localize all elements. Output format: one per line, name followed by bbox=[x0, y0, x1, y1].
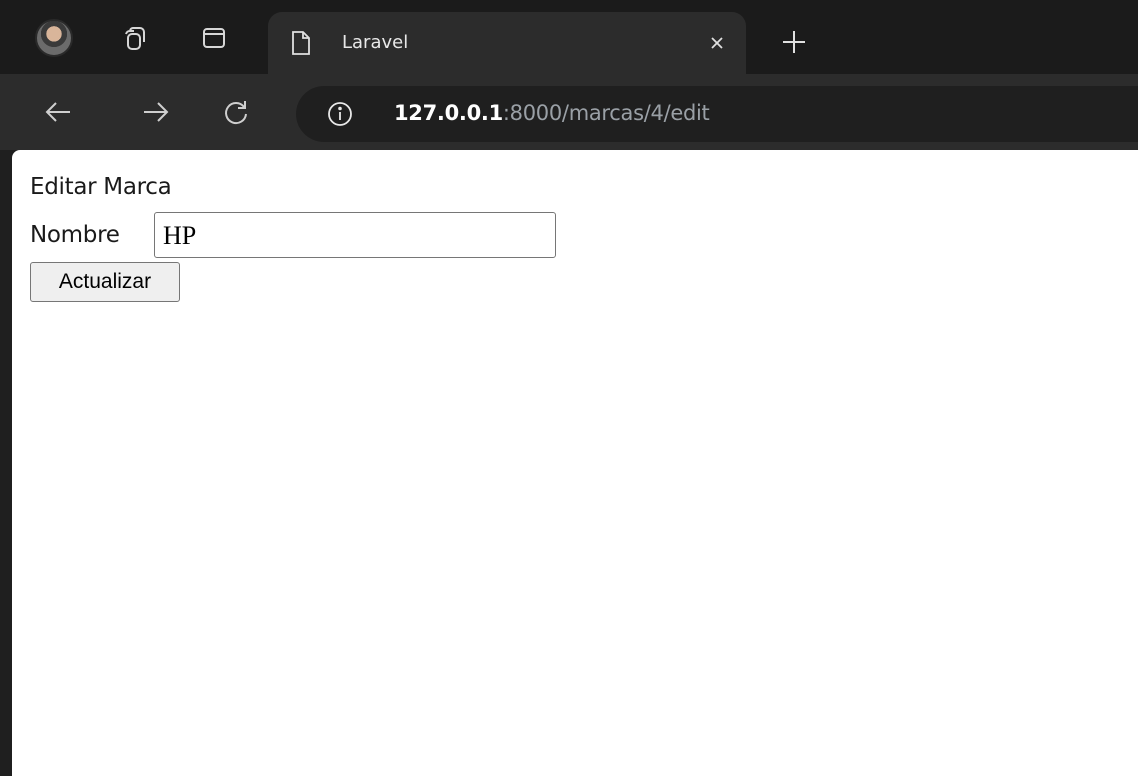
arrow-left-icon bbox=[45, 102, 70, 122]
vertical-tabs-button[interactable] bbox=[190, 14, 238, 62]
page-icon bbox=[288, 26, 314, 60]
new-tab-button[interactable] bbox=[774, 22, 814, 62]
nombre-label: Nombre bbox=[30, 222, 120, 248]
reload-button[interactable] bbox=[212, 88, 260, 136]
workspaces-button[interactable] bbox=[110, 14, 158, 62]
url-host: 127.0.0.1 bbox=[394, 101, 503, 125]
page-content: Editar Marca Nombre Actualizar bbox=[12, 150, 1138, 776]
active-tab[interactable]: Laravel bbox=[268, 12, 746, 74]
browser-window: Laravel 127.0.0.1:8000/marcas/4/edit Edi… bbox=[0, 0, 1138, 776]
close-tab-button[interactable] bbox=[700, 26, 734, 60]
url-text[interactable]: 127.0.0.1:8000/marcas/4/edit bbox=[394, 101, 710, 125]
address-bar[interactable]: 127.0.0.1:8000/marcas/4/edit bbox=[296, 86, 1138, 142]
nombre-input[interactable] bbox=[154, 212, 556, 258]
back-button[interactable] bbox=[34, 88, 82, 136]
avatar bbox=[35, 19, 73, 57]
close-icon bbox=[711, 37, 723, 49]
info-icon[interactable] bbox=[326, 100, 354, 128]
toolbar: 127.0.0.1:8000/marcas/4/edit bbox=[0, 74, 1138, 150]
reload-icon bbox=[225, 101, 247, 125]
page-title: Editar Marca bbox=[30, 174, 172, 200]
tab-actions-icon bbox=[203, 28, 225, 48]
profile-avatar[interactable] bbox=[30, 14, 78, 62]
workspaces-icon bbox=[125, 26, 145, 50]
tab-strip: Laravel bbox=[0, 0, 1138, 74]
forward-button[interactable] bbox=[132, 88, 180, 136]
actualizar-button[interactable]: Actualizar bbox=[30, 262, 180, 302]
url-path: :8000/marcas/4/edit bbox=[502, 101, 710, 125]
arrow-right-icon bbox=[144, 102, 169, 122]
tab-title: Laravel bbox=[342, 32, 409, 53]
plus-icon bbox=[783, 31, 805, 53]
